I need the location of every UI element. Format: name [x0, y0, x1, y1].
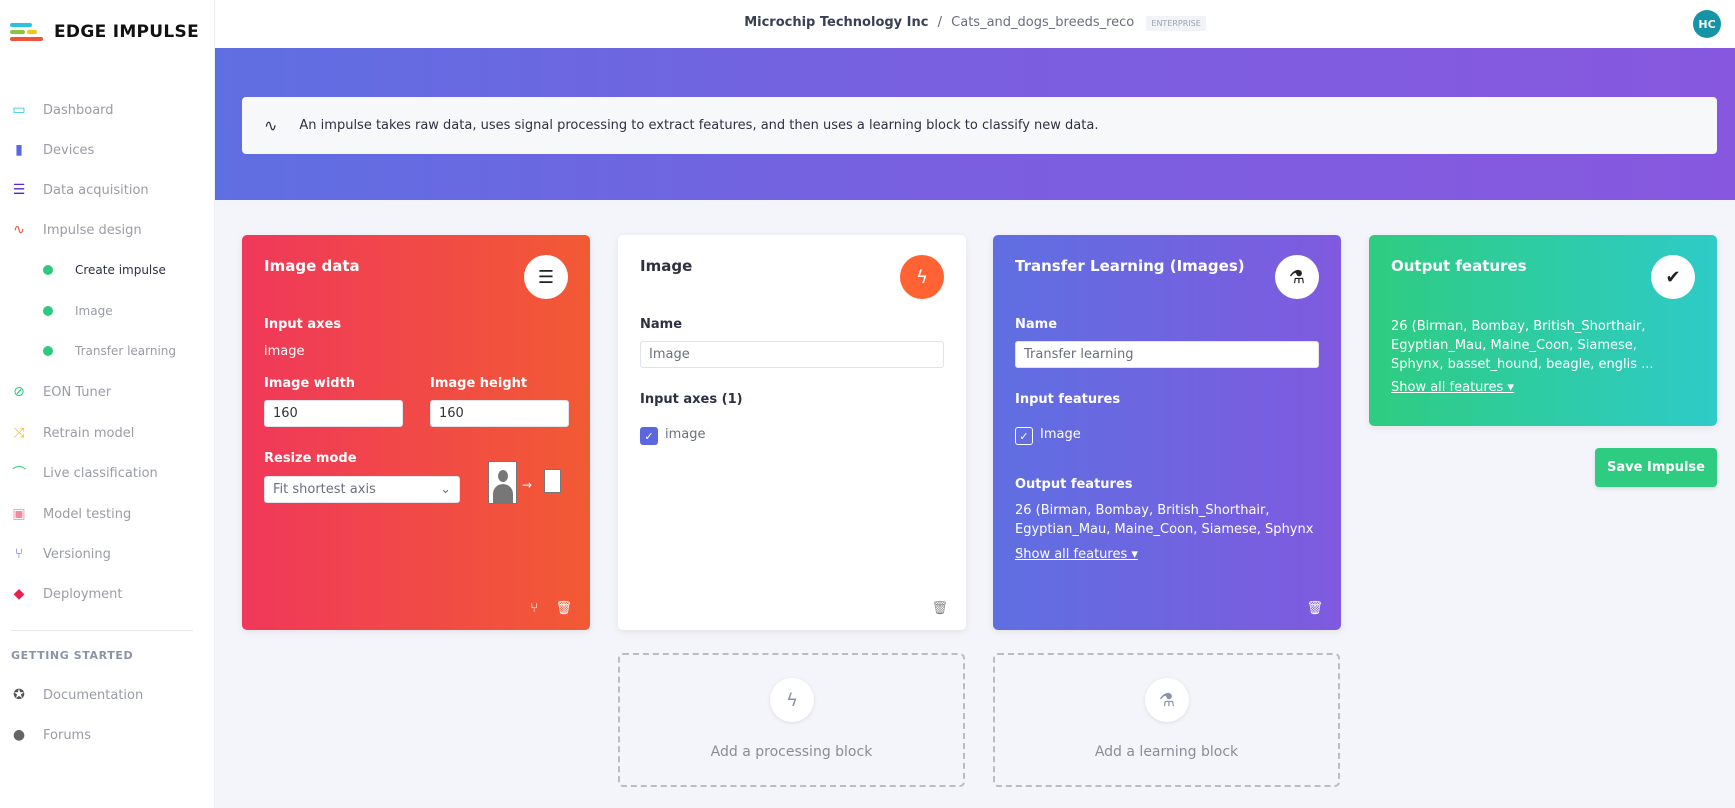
info-text: An impulse takes raw data, uses signal p…	[299, 118, 1099, 133]
edge-impulse-logo-icon[interactable]	[10, 23, 43, 41]
branch-icon[interactable]: ⑂	[530, 601, 538, 616]
add-processing-label: Add a processing block	[710, 744, 873, 760]
bolt-icon: ϟ	[770, 678, 814, 722]
axis-label: image	[665, 427, 706, 442]
image-height-label: Image height	[430, 376, 528, 391]
pulse-icon: ∿	[13, 222, 25, 238]
image-width-label: Image width	[264, 376, 356, 391]
bezier-icon: ⌒	[12, 466, 26, 482]
trash-icon[interactable]: 🗑	[1306, 601, 1323, 616]
sidebar-item-create-impulse[interactable]: Create impulse	[0, 255, 215, 285]
save-impulse-button[interactable]: Save Impulse	[1595, 448, 1717, 487]
resize-illustration-icon	[488, 461, 517, 504]
sidebar-divider	[11, 630, 193, 631]
brand-name: EDGE IMPULSE	[54, 22, 200, 42]
processing-block-card: Image ϟ Name Input axes (1) ✓ image 🗑	[618, 235, 966, 630]
sidebar-item-forums[interactable]: ● Forums	[0, 720, 215, 750]
input-feature-label: Image	[1040, 427, 1081, 442]
card-title: Image data	[264, 257, 360, 275]
sidebar-item-retrain-model[interactable]: ⤨ Retrain model	[0, 418, 215, 448]
name-label: Name	[1015, 317, 1058, 332]
check-icon: ✔	[1651, 255, 1695, 299]
breadcrumb-project[interactable]: Cats_and_dogs_breeds_reco	[951, 15, 1134, 30]
show-all-features-link[interactable]: Show all features ▾	[1391, 380, 1514, 395]
sidebar-item-versioning[interactable]: ⑂ Versioning	[0, 539, 215, 569]
learning-block-card: Transfer Learning (Images) ⚗ Name Input …	[993, 235, 1341, 630]
bolt-icon: ϟ	[900, 255, 944, 299]
sidebar-item-transfer-learning[interactable]: Transfer learning	[0, 336, 215, 366]
sidebar-item-image[interactable]: Image	[0, 296, 215, 326]
input-features-label: Input features	[1015, 392, 1121, 407]
sidebar-item-impulse-design[interactable]: ∿ Impulse design	[0, 215, 215, 245]
section-getting-started: GETTING STARTED	[11, 649, 134, 662]
sidebar-item-live-classification[interactable]: ⌒ Live classification	[0, 458, 215, 488]
input-axes-label: Input axes	[264, 317, 342, 332]
rocket-icon: ✪	[13, 687, 25, 703]
sidebar: EDGE IMPULSE ▭ Dashboard ▮ Devices ☰ Data acq…	[0, 0, 215, 808]
trash-icon[interactable]: 🗑	[555, 601, 572, 616]
output-block-card: Output features ✔ 26 (Birman, Bombay, Br…	[1369, 235, 1717, 426]
compass-icon: ⊘	[13, 384, 25, 400]
input-axes-value: image	[264, 344, 305, 359]
top-header: Microchip Technology Inc / Cats_and_dogs…	[215, 0, 1735, 48]
add-learning-block-button[interactable]: ⚗ Add a learning block	[993, 653, 1340, 787]
branch-icon: ⑂	[14, 546, 24, 562]
chevron-down-icon: ⌄	[440, 482, 451, 497]
status-dot-icon	[43, 346, 53, 356]
clipboard-check-icon: ▣	[12, 506, 26, 522]
flask-icon: ⚗	[1275, 255, 1319, 299]
info-box: ∿ An impulse takes raw data, uses signal…	[242, 97, 1717, 154]
arrow-right-icon: →	[522, 478, 533, 492]
name-input[interactable]	[640, 341, 944, 368]
image-width-input[interactable]	[264, 400, 403, 427]
sidebar-item-dashboard[interactable]: ▭ Dashboard	[0, 95, 215, 125]
input-block-card: Image data ☰ Input axes image Image widt…	[242, 235, 590, 630]
enterprise-badge: ENTERPRISE	[1146, 16, 1206, 31]
card-title: Image	[640, 257, 693, 275]
resize-result-icon	[544, 469, 561, 493]
add-processing-block-button[interactable]: ϟ Add a processing block	[618, 653, 965, 787]
database-icon: ☰	[524, 255, 568, 299]
breadcrumb: Microchip Technology Inc / Cats_and_dogs…	[215, 15, 1735, 31]
card-title: Transfer Learning (Images)	[1015, 257, 1245, 275]
breadcrumb-separator: /	[937, 15, 943, 30]
card-title: Output features	[1391, 257, 1527, 275]
status-dot-icon	[43, 265, 53, 275]
sidebar-item-data-acquisition[interactable]: ☰ Data acquisition	[0, 175, 215, 205]
pulse-icon: ∿	[264, 116, 278, 135]
sidebar-item-eon-tuner[interactable]: ⊘ EON Tuner	[0, 377, 215, 407]
trash-icon[interactable]: 🗑	[931, 601, 948, 616]
name-label: Name	[640, 317, 683, 332]
resize-mode-label: Resize mode	[264, 451, 357, 466]
sidebar-item-deployment[interactable]: ◆ Deployment	[0, 579, 215, 609]
user-avatar[interactable]: HC	[1693, 10, 1721, 38]
monitor-icon: ▭	[12, 102, 26, 118]
input-axes-label: Input axes (1)	[640, 392, 743, 407]
cube-icon: ◆	[13, 586, 25, 602]
database-icon: ☰	[12, 182, 26, 198]
name-input[interactable]	[1015, 341, 1319, 368]
output-features-text: 26 (Birman, Bombay, British_Shorthair, E…	[1391, 319, 1654, 372]
input-feature-checkbox[interactable]: ✓	[1015, 427, 1033, 445]
chat-icon: ●	[12, 727, 26, 743]
resize-mode-select[interactable]: Fit shortest axis ⌄	[264, 476, 460, 503]
status-dot-icon	[43, 306, 53, 316]
image-height-input[interactable]	[430, 400, 569, 427]
sidebar-item-devices[interactable]: ▮ Devices	[0, 135, 215, 165]
show-all-features-link[interactable]: Show all features ▾	[1015, 547, 1138, 562]
sidebar-item-model-testing[interactable]: ▣ Model testing	[0, 499, 215, 529]
flask-icon: ⚗	[1145, 678, 1189, 722]
chip-icon: ▮	[15, 142, 23, 158]
breadcrumb-org[interactable]: Microchip Technology Inc	[744, 15, 928, 30]
axis-checkbox[interactable]: ✓	[640, 427, 658, 445]
sidebar-item-documentation[interactable]: ✪ Documentation	[0, 680, 215, 710]
shuffle-icon: ⤨	[13, 425, 25, 441]
add-learning-label: Add a learning block	[1094, 744, 1239, 760]
output-features-label: Output features	[1015, 477, 1133, 492]
